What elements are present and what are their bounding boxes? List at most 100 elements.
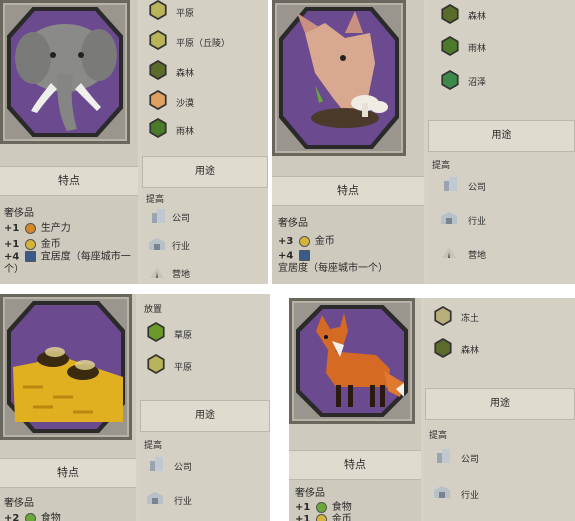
- stat-amenity: +4 宜居度（每座城市一个）: [278, 250, 422, 275]
- stat-production: +1 生产力: [4, 219, 71, 234]
- tundra-icon: [436, 308, 450, 324]
- stat-gold: +3 金币: [278, 232, 335, 247]
- traits-title: 特点: [272, 176, 424, 206]
- resource-card-truffles: 特点 奢侈品 +3 金币 +4 宜居度（每座城市一个） 森林 雨林 沼泽 用途 …: [272, 0, 575, 284]
- industry-icon: [149, 238, 165, 250]
- amenity-icon: [298, 250, 310, 261]
- terrain-label: 森林: [468, 12, 487, 22]
- stat-value: +4: [278, 250, 294, 262]
- elephant-portrait: [15, 24, 117, 131]
- stat-value: +4: [4, 251, 20, 263]
- improvement-label: 营地: [172, 270, 191, 280]
- terrain-label: 平原: [176, 9, 195, 19]
- stat-value: +2: [4, 513, 20, 521]
- corporation-icon: [437, 449, 450, 463]
- grassland-icon: [149, 324, 163, 340]
- rainforest-icon: [151, 120, 165, 136]
- luxury-label: 奢侈品: [4, 208, 34, 219]
- traits-title: 特点: [0, 166, 138, 196]
- traits-title: 特点: [0, 458, 136, 488]
- portrait-frame: [289, 298, 415, 424]
- terrain-label: 森林: [176, 69, 195, 79]
- forest-icon: [436, 340, 450, 356]
- improvement-label: 行业: [174, 497, 193, 507]
- stat-food: +2 食物: [4, 509, 61, 521]
- resource-card-honey: 特点 奢侈品 +2 食物 放置 草原 平原 用途 提高 公司 行业: [0, 294, 270, 521]
- terrain-label: 平原: [174, 363, 193, 373]
- marsh-icon: [443, 72, 457, 88]
- stat-gold: +1 金币: [4, 235, 61, 250]
- luxury-label: 奢侈品: [295, 488, 325, 499]
- usage-title: 用途: [140, 400, 270, 432]
- stat-label: 金币: [40, 239, 61, 250]
- corporation-icon: [152, 209, 165, 223]
- stat-label: 食物: [40, 513, 61, 521]
- portrait-frame: [0, 0, 130, 144]
- production-icon: [24, 222, 36, 234]
- terrain-label: 草原: [174, 331, 193, 341]
- stat-label: 宜居度（每座城市一个）: [278, 262, 388, 274]
- stat-value: +3: [278, 236, 294, 247]
- forest-icon: [443, 6, 457, 22]
- improvement-label: 公司: [468, 183, 487, 193]
- stat-label: 金币: [314, 236, 335, 247]
- portrait-frame: [0, 294, 132, 440]
- card-right-column: 冻土 森林 用途 提高 公司 行业: [425, 298, 575, 521]
- stat-label: 金币: [331, 514, 352, 521]
- terrain-label: 冻土: [461, 314, 480, 324]
- card-left-column: 特点 奢侈品 +3 金币 +4 宜居度（每座城市一个）: [272, 0, 424, 284]
- traits-title: 特点: [289, 450, 421, 480]
- industry-icon: [441, 212, 457, 224]
- stat-label: 生产力: [40, 223, 71, 234]
- usage-title: 用途: [425, 388, 575, 420]
- stat-value: +1: [4, 239, 20, 250]
- food-icon: [24, 512, 36, 521]
- rainforest-icon: [443, 38, 457, 54]
- plains-hills-icon: [151, 32, 165, 48]
- improvement-label: 公司: [461, 455, 480, 465]
- luxury-label: 奢侈品: [278, 218, 308, 229]
- card-left-column: 特点 奢侈品 +2 食物: [0, 294, 136, 521]
- stat-value: +1: [4, 223, 20, 234]
- luxury-label: 奢侈品: [4, 498, 34, 509]
- gold-icon: [24, 238, 36, 250]
- amenity-icon: [24, 251, 36, 262]
- stat-label: 宜居度（每座城市一个）: [4, 251, 131, 275]
- fox-portrait: [316, 313, 404, 407]
- card-right-column: 平原 平原（丘陵） 森林 沙漠 雨林 用途 提高 公司 行业 营地: [142, 0, 268, 284]
- corporation-icon: [150, 457, 163, 471]
- resource-card-elephant: 特点 奢侈品 +1 生产力 +1 金币 +4 宜居度（每座城市一个） 平原 平原…: [0, 0, 268, 284]
- terrain-label: 沙漠: [176, 99, 195, 109]
- truffle-pig-portrait: [297, 11, 388, 128]
- terrain-label: 雨林: [176, 127, 195, 137]
- improvement-label: 行业: [461, 491, 480, 501]
- usage-title: 用途: [428, 120, 575, 152]
- improvement-label: 公司: [174, 463, 193, 473]
- improvement-label: 行业: [172, 242, 191, 252]
- plains-icon: [149, 356, 163, 372]
- terrain-label: 沼泽: [468, 78, 487, 88]
- place-label: 放置: [144, 305, 163, 315]
- improve-label: 提高: [432, 161, 451, 171]
- industry-icon: [147, 492, 163, 504]
- card-left-column: 特点 奢侈品 +1 生产力 +1 金币 +4 宜居度（每座城市一个）: [0, 0, 138, 284]
- card-left-column: 特点 奢侈品 +1 食物 +1 金币: [289, 298, 421, 521]
- resource-card-furs: 特点 奢侈品 +1 食物 +1 金币 冻土 森林 用途 提高 公司 行业: [289, 298, 575, 521]
- terrain-label: 森林: [461, 346, 480, 356]
- plains-icon: [151, 2, 165, 18]
- gold-icon: [315, 513, 327, 521]
- camp-icon: [150, 267, 164, 278]
- forest-icon: [151, 62, 165, 78]
- improve-label: 提高: [429, 431, 448, 441]
- improve-label: 提高: [146, 195, 165, 205]
- card-right-column: 放置 草原 平原 用途 提高 公司 行业: [140, 294, 270, 521]
- usage-title: 用途: [142, 156, 268, 188]
- portrait-frame: [272, 0, 406, 156]
- improvement-label: 行业: [468, 217, 487, 227]
- camp-icon: [442, 247, 456, 258]
- industry-icon: [434, 486, 450, 498]
- corporation-icon: [444, 177, 457, 191]
- desert-icon: [151, 92, 165, 108]
- improve-label: 提高: [144, 441, 163, 451]
- honey-bees-portrait: [13, 347, 123, 422]
